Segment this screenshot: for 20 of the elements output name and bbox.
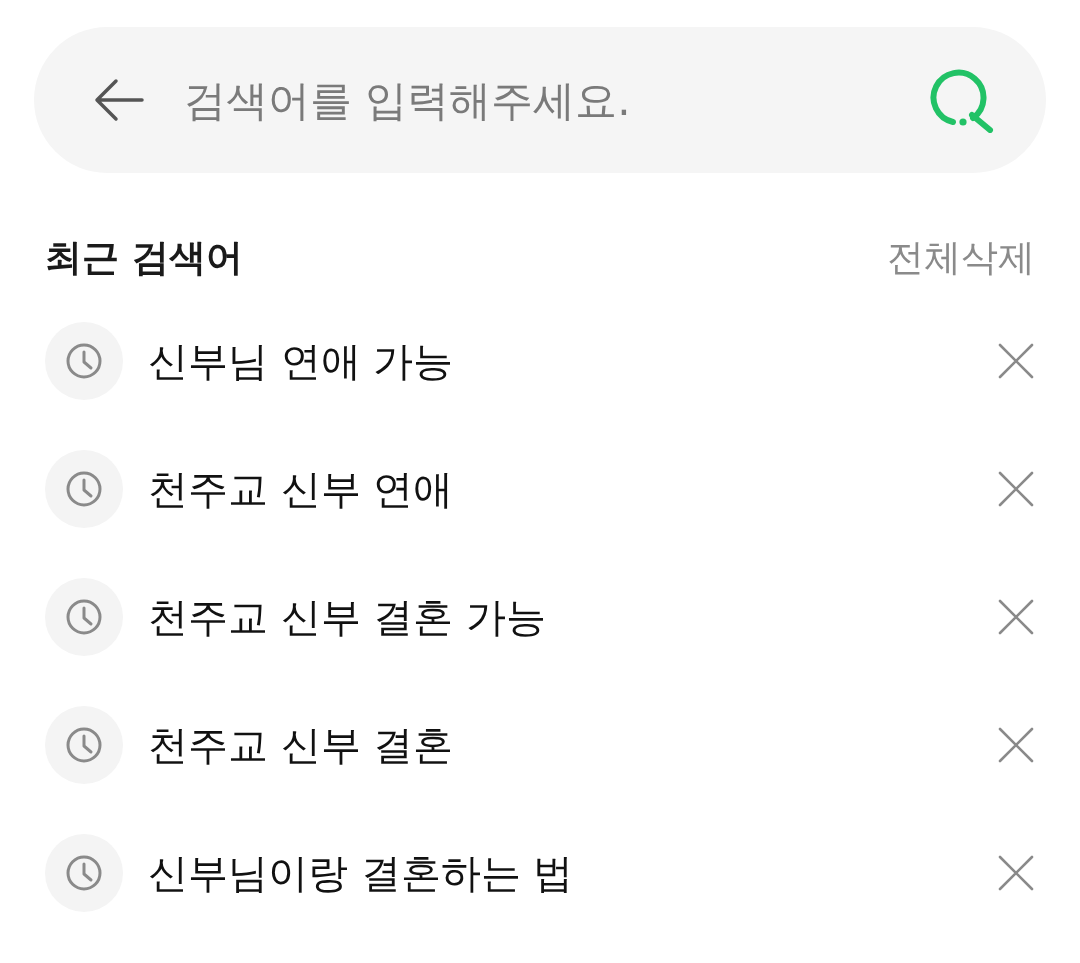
- search-bar[interactable]: 검색어를 입력해주세요.: [34, 27, 1046, 173]
- search-field[interactable]: 검색어를 입력해주세요.: [184, 70, 910, 130]
- close-icon[interactable]: [997, 342, 1035, 380]
- clock-icon: [45, 834, 123, 912]
- recent-search-item[interactable]: 천주교 신부 연애: [148, 461, 997, 517]
- clock-icon: [45, 450, 123, 528]
- close-icon[interactable]: [997, 470, 1035, 508]
- section-title: 최근 검색어: [45, 235, 243, 281]
- clock-icon: [45, 706, 123, 784]
- recent-search-item[interactable]: 천주교 신부 결혼 가능: [148, 589, 997, 645]
- recent-search-item[interactable]: 신부님 연애 가능: [148, 333, 997, 389]
- recent-search-item[interactable]: 천주교 신부 결혼: [148, 717, 997, 773]
- recent-search-item[interactable]: 신부님이랑 결혼하는 법: [148, 845, 997, 901]
- back-arrow-icon[interactable]: [94, 78, 144, 122]
- clock-icon: [45, 322, 123, 400]
- clock-icon: [45, 578, 123, 656]
- close-icon[interactable]: [997, 854, 1035, 892]
- close-icon[interactable]: [997, 726, 1035, 764]
- search-icon[interactable]: [930, 67, 996, 133]
- close-icon[interactable]: [997, 598, 1035, 636]
